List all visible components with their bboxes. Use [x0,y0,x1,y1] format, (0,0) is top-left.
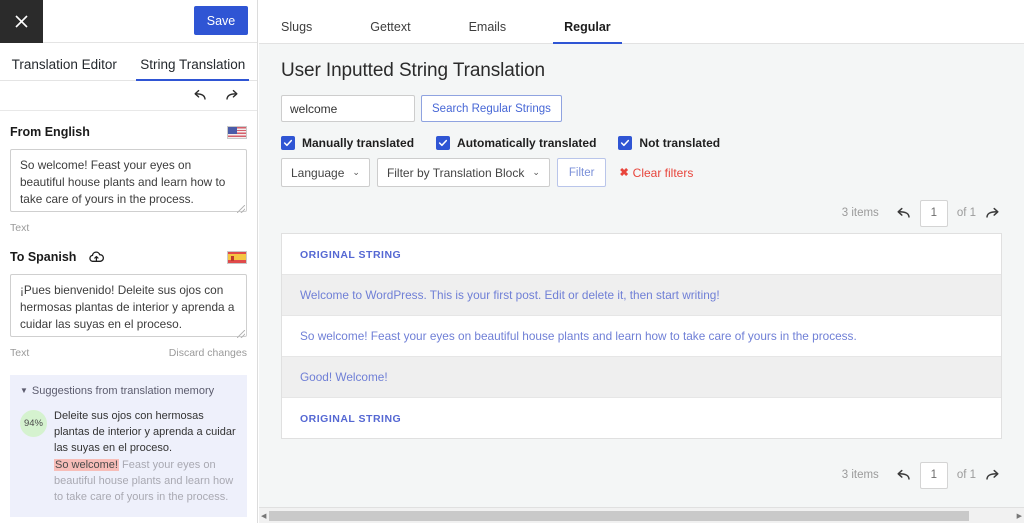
save-button[interactable]: Save [194,6,248,35]
us-flag-icon [227,125,247,139]
checkbox-label: Automatically translated [457,136,597,150]
page-title: User Inputted String Translation [281,60,545,81]
tab-emails[interactable]: Emails [469,20,507,43]
page-number-input-bottom[interactable] [919,461,948,489]
source-type-label: Text [10,222,30,234]
target-text-input[interactable]: ¡Pues bienvenido! Deleite sus ojos con h… [10,274,247,337]
search-row: Search Regular Strings [281,95,1002,122]
next-page-icon-bottom[interactable] [985,469,1002,482]
target-language-title: To Spanish [10,250,77,264]
column-header-original-string: ORIGINAL STRING [300,249,402,261]
original-string-cell: Welcome to WordPress. This is your first… [300,288,720,302]
clear-filters-button[interactable]: ✖ Clear filters [619,166,693,180]
checkmark-icon [281,136,295,150]
table-row[interactable]: Welcome to WordPress. This is your first… [282,275,1001,316]
undo-arrow-icon[interactable] [191,89,207,102]
scroll-left-icon[interactable]: ◀ [261,512,266,520]
translation-memory-suggestions: ▼ Suggestions from translation memory 94… [10,375,247,517]
undo-redo-toolbar [0,81,257,111]
string-translation-panel: Slugs Gettext Emails Regular User Inputt… [259,0,1024,523]
suggestions-toggle[interactable]: ▼ Suggestions from translation memory [20,385,237,397]
language-select-value: Language [291,165,345,180]
suggestion-highlight: So welcome! [54,459,119,471]
translation-block-select[interactable]: Filter by Translation Block ⌄ [376,158,550,187]
discard-changes-button[interactable]: Discard changes [169,347,247,359]
clear-filters-label: Clear filters [632,165,694,180]
page-number-input-top[interactable] [919,199,948,227]
original-string-cell: So welcome! Feast your eyes on beautiful… [300,329,857,343]
target-textarea-wrap: ¡Pues bienvenido! Deleite sus ojos con h… [10,274,247,342]
checkbox-automatically-translated[interactable]: Automatically translated [436,136,596,150]
source-textarea-wrap: So welcome! Feast your eyes on beautiful… [10,149,247,217]
source-text-input[interactable]: So welcome! Feast your eyes on beautiful… [10,149,247,212]
redo-arrow-icon[interactable] [225,89,241,102]
cloud-upload-icon[interactable] [88,250,105,264]
checkbox-not-translated[interactable]: Not translated [618,136,720,150]
chevron-down-icon: ⌄ [532,167,540,177]
tab-string-translation[interactable]: String Translation [129,57,258,81]
suggestion-text: Deleite sus ojos con hermosas plantas de… [54,408,237,505]
original-string-cell: Good! Welcome! [300,370,388,384]
editor-tabs: Translation Editor String Translation [0,43,257,81]
close-icon[interactable] [0,0,43,43]
prev-page-icon-top[interactable] [894,207,911,220]
checkmark-icon [618,136,633,150]
match-percent-badge: 94% [20,410,47,437]
main-content: User Inputted String Translation Search … [259,60,1024,489]
translation-status-filters: Manually translated Automatically transl… [281,136,1002,150]
tab-regular[interactable]: Regular [553,20,622,44]
checkmark-icon [436,136,451,150]
column-header-original-string-footer: ORIGINAL STRING [300,413,402,425]
pagination-top: 3 items of 1 [281,199,1002,227]
horizontal-scrollbar[interactable]: ◀ ▶ [259,507,1024,523]
target-language-header: To Spanish [10,246,247,268]
checkbox-label: Not translated [639,136,721,150]
checkbox-manually-translated[interactable]: Manually translated [281,136,414,150]
source-language-block: From English So welcome! Feast your eyes… [0,111,257,236]
caret-down-icon: ▼ [20,386,28,395]
item-count-top: 3 items [841,207,879,219]
table-header-row: ORIGINAL STRING [282,234,1001,275]
suggestions-title: Suggestions from translation memory [31,385,215,397]
pagination-bottom: 3 items of 1 [281,461,1002,489]
scroll-right-icon[interactable]: ▶ [1017,512,1022,520]
filter-row: Language ⌄ Filter by Translation Block ⌄… [281,158,1002,187]
x-icon: ✖ [619,167,629,179]
table-row[interactable]: So welcome! Feast your eyes on beautiful… [282,316,1001,357]
source-meta-row: Text [10,220,247,236]
table-row[interactable]: Good! Welcome! [282,357,1001,398]
next-page-icon-top[interactable] [985,207,1002,220]
source-language-title: From English [10,125,90,139]
translation-editor-panel: Save Translation Editor String Translati… [0,0,258,523]
suggestion-target-text: Deleite sus ojos con hermosas plantas de… [54,410,236,454]
suggestion-item[interactable]: 94% Deleite sus ojos con hermosas planta… [20,408,237,505]
target-type-label: Text [10,347,30,359]
results-table: ORIGINAL STRING Welcome to WordPress. Th… [281,233,1002,439]
tab-translation-editor[interactable]: Translation Editor [0,57,129,80]
tab-gettext[interactable]: Gettext [370,20,410,43]
target-meta-row: Text Discard changes [10,345,247,361]
prev-page-icon-bottom[interactable] [894,469,911,482]
suggestion-source-text: So welcome! Feast your eyes on beautiful… [54,457,237,505]
scrollbar-thumb[interactable] [269,511,969,521]
app-root: Save Translation Editor String Translati… [0,0,1024,523]
editor-topbar: Save [0,0,257,43]
page-total-top: of 1 [956,207,976,219]
es-flag-icon [227,250,247,264]
target-language-block: To Spanish ¡Pues bienvenido! Deleite sus… [0,236,257,361]
item-count-bottom: 3 items [841,469,879,481]
chevron-down-icon: ⌄ [352,167,360,177]
source-language-header: From English [10,121,247,143]
filter-button[interactable]: Filter [556,158,607,187]
table-footer-row: ORIGINAL STRING [282,398,1001,438]
tab-slugs[interactable]: Slugs [281,20,312,43]
language-select[interactable]: Language ⌄ [281,158,370,187]
main-tabs: Slugs Gettext Emails Regular [259,0,1024,44]
checkbox-label: Manually translated [302,136,415,150]
search-input[interactable] [281,95,415,122]
search-regular-strings-button[interactable]: Search Regular Strings [421,95,562,122]
page-total-bottom: of 1 [956,469,976,481]
translation-block-select-value: Filter by Translation Block [386,165,525,180]
